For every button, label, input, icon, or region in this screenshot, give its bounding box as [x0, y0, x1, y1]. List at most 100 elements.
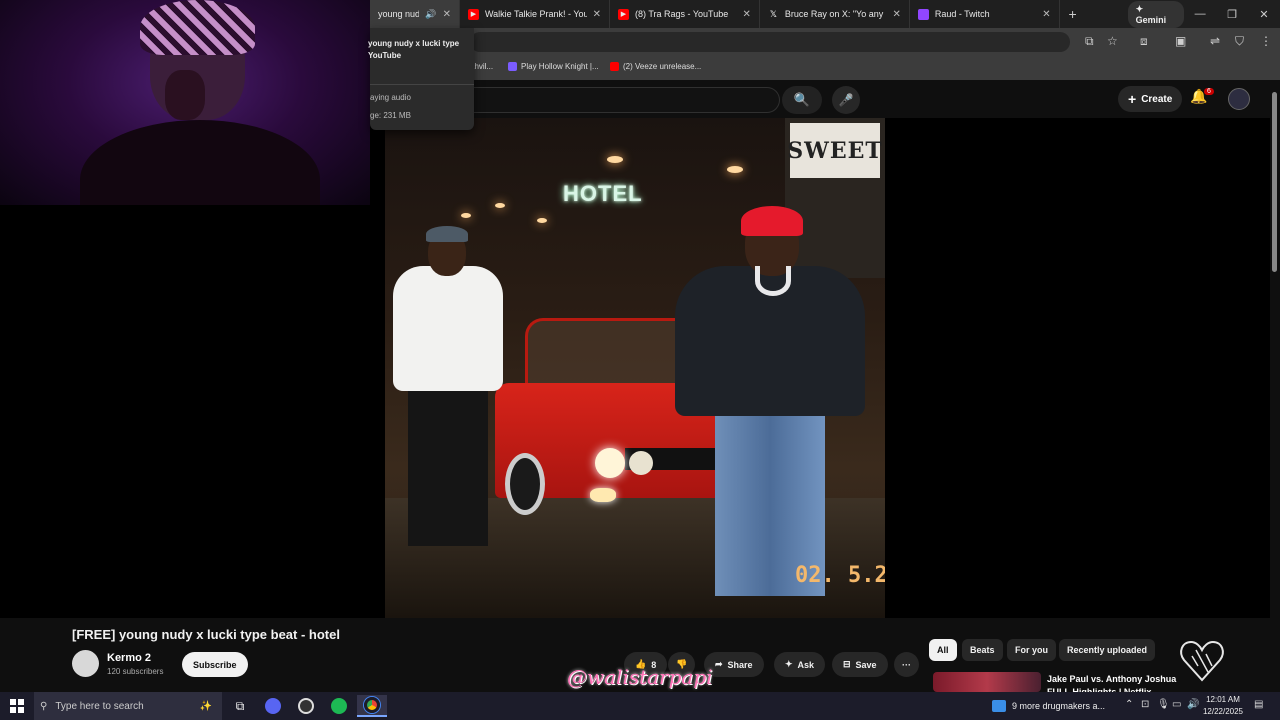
screen-cast-icon[interactable]: ⧉	[1085, 34, 1094, 49]
tab-hover-card: young nudy x lucki type YouTube aying au…	[368, 28, 474, 130]
translate-icon[interactable]: ⇌	[1210, 34, 1220, 48]
hover-card-title: young nudy x lucki type YouTube	[368, 38, 459, 62]
channel-avatar[interactable]	[72, 650, 99, 677]
youtube-icon: ▶	[618, 8, 629, 20]
bookmark-item[interactable]: Play Hollow Knight |...	[508, 62, 599, 71]
taskbar-search-input[interactable]: ⚲ Type here to search ✨	[34, 692, 222, 720]
news-widget[interactable]: 9 more drugmakers a...	[992, 692, 1105, 720]
mic-icon[interactable]: 🎙	[1157, 699, 1170, 710]
tab-title: Walkie Talkie Prank! - YouTub	[485, 9, 587, 19]
gemini-label: Gemini	[1135, 14, 1167, 25]
browser-tab-strip: young nudy x l 🔊 ✕ ▶ Walkie Talkie Prank…	[370, 0, 1280, 28]
close-tab-icon[interactable]: ✕	[742, 9, 750, 20]
heart-logo-icon	[1180, 640, 1224, 682]
close-tab-icon[interactable]: ✕	[593, 9, 601, 20]
recommended-title-line: Jake Paul vs. Anthony Joshua	[1047, 674, 1177, 684]
tab-title: Bruce Ray on X: "Yo any strea	[784, 9, 887, 19]
ask-label: Ask	[797, 659, 815, 670]
date-stamp: 02. 5.2	[795, 563, 885, 588]
obs-icon[interactable]	[291, 695, 321, 717]
person-chain	[755, 266, 791, 296]
sidebar-icon[interactable]: ▣	[1175, 34, 1186, 48]
tab-bruce-ray[interactable]: 𝕏 Bruce Ray on X: "Yo any strea ✕	[760, 0, 910, 28]
channel-name[interactable]: Kermo 2	[107, 652, 151, 664]
tab-walkie-talkie[interactable]: ▶ Walkie Talkie Prank! - YouTub ✕	[460, 0, 610, 28]
tab-young-nudy[interactable]: young nudy x l 🔊 ✕	[370, 0, 460, 28]
bookmarks-bar: Lhvil... Play Hollow Knight |... (2) Vee…	[370, 56, 1280, 80]
twitch-icon	[917, 8, 929, 20]
restore-icon[interactable]: ❐	[1216, 8, 1248, 21]
hollow-knight-icon	[508, 62, 517, 71]
street-lamp	[461, 213, 471, 218]
close-window-icon[interactable]: ✕	[1248, 8, 1280, 21]
clock-time: 12:01 AM	[1206, 695, 1240, 704]
streamer-hand	[165, 70, 205, 120]
plus-icon: +	[1128, 91, 1137, 107]
video-thumbnail-art: SWEET HOTEL 02. 5.2	[385, 118, 885, 618]
volume-icon[interactable]: 🔊	[1187, 699, 1199, 710]
subscribe-button[interactable]: Subscribe	[182, 652, 248, 677]
sweet-sign: SWEET	[787, 123, 882, 178]
recommended-thumbnail[interactable]	[933, 672, 1041, 692]
close-tab-icon[interactable]: ✕	[1042, 9, 1050, 20]
chevron-up-icon[interactable]: ⌃	[1125, 699, 1133, 710]
gemini-button[interactable]: ✦ Gemini	[1127, 0, 1185, 28]
chip-beats[interactable]: Beats	[962, 639, 1003, 661]
tab-title: (8) Tra Rags - YouTube	[635, 9, 729, 19]
tab-title: Raud - Twitch	[934, 9, 990, 19]
search-icon: ⚲	[40, 700, 48, 712]
new-tab-button[interactable]: +	[1060, 6, 1086, 22]
camera-icon[interactable]: ⊡	[1141, 699, 1149, 710]
task-view-icon[interactable]: ⧉	[225, 695, 255, 717]
chrome-icon[interactable]	[357, 695, 387, 717]
more-actions-button[interactable]: ···	[894, 652, 919, 677]
taskbar-search-placeholder: Type here to search	[55, 700, 144, 712]
create-button[interactable]: + Create	[1118, 86, 1183, 112]
shield-icon[interactable]: ⛉	[1235, 34, 1244, 49]
person-white-shirt	[393, 226, 503, 556]
scrollbar-thumb[interactable]	[1272, 92, 1277, 272]
discord-icon[interactable]	[258, 695, 288, 717]
tab-raud-twitch[interactable]: Raud - Twitch ✕	[910, 0, 1060, 28]
notification-icon[interactable]: ▤	[1254, 699, 1263, 710]
news-text: 9 more drugmakers a...	[1012, 701, 1106, 711]
extensions-icon[interactable]: ⧈	[1140, 34, 1148, 49]
chip-recently-uploaded[interactable]: Recently uploaded	[1059, 639, 1156, 661]
omnibox[interactable]	[470, 32, 1070, 52]
car-foglight	[590, 488, 616, 502]
spotify-icon[interactable]	[324, 695, 354, 717]
chip-for-you[interactable]: For you	[1007, 639, 1056, 661]
sparkle-icon: ✦	[785, 659, 793, 669]
search-icon[interactable]: 🔍	[782, 86, 822, 114]
create-label: Create	[1141, 93, 1173, 105]
car-roof	[525, 318, 695, 388]
bookmark-star-icon[interactable]: ☆	[1107, 34, 1118, 48]
bookmark-label: (2) Veeze unrelease...	[623, 62, 702, 71]
streamer-watermark: @walistarpapi	[567, 665, 713, 689]
menu-icon[interactable]: ⋮	[1260, 34, 1272, 48]
address-bar: ⧉ ☆ ⧈ ▣ ⇌ ⛉ ⋮	[370, 28, 1280, 56]
person-red-cap	[675, 206, 865, 618]
chip-all[interactable]: All	[929, 639, 957, 661]
video-title: [FREE] young nudy x lucki type beat - ho…	[72, 627, 340, 642]
person-red-cap-hat	[741, 206, 803, 236]
system-clock[interactable]: 12:01 AM 12/22/2025	[1200, 694, 1246, 718]
notification-badge: 6	[1204, 88, 1214, 95]
page-scrollbar[interactable]	[1270, 80, 1280, 690]
close-tab-icon[interactable]: ✕	[892, 9, 900, 20]
car-wheel	[505, 453, 545, 515]
youtube-header: 🔍 🎤 + Create 🔔 6	[370, 80, 1280, 118]
car-headlight	[629, 451, 653, 475]
windows-start-icon[interactable]	[0, 692, 34, 720]
bookmark-item[interactable]: (2) Veeze unrelease...	[610, 62, 701, 71]
tab-tra-rags[interactable]: ▶ (8) Tra Rags - YouTube ✕	[610, 0, 760, 28]
minimize-icon[interactable]: —	[1184, 8, 1216, 20]
network-icon[interactable]: ▭	[1172, 699, 1181, 710]
ask-button[interactable]: ✦ Ask	[774, 652, 826, 677]
mic-icon[interactable]: 🎤	[832, 86, 860, 114]
close-tab-icon[interactable]: ✕	[443, 9, 451, 20]
speaker-icon[interactable]: 🔊	[425, 9, 436, 20]
avatar[interactable]	[1228, 88, 1250, 110]
save-button[interactable]: ⊟ Save	[832, 652, 888, 677]
hover-title-line: young nudy x lucki type	[368, 39, 460, 48]
